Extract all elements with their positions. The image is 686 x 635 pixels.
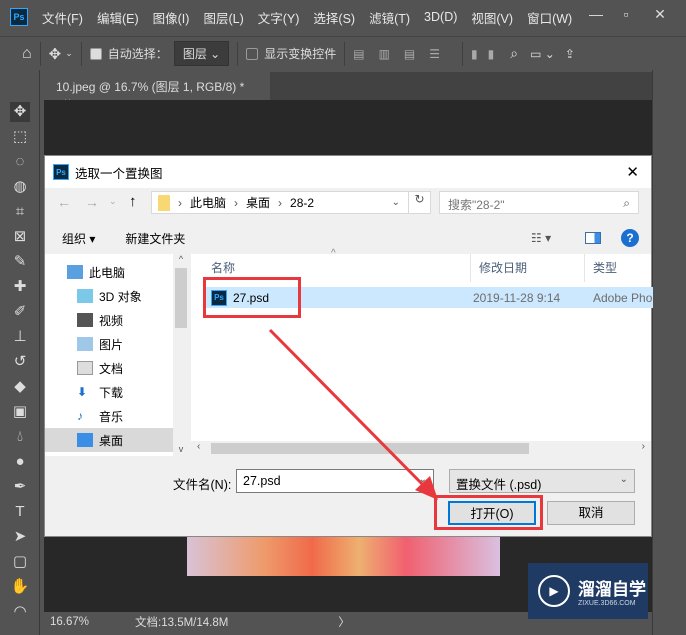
watermark: ▶ 溜溜自学 ZIXUE.3D66.COM: [528, 563, 648, 619]
watermark-name: 溜溜自学: [578, 580, 646, 599]
annotation-arrow: [268, 328, 438, 500]
watermark-url: ZIXUE.3D66.COM: [578, 600, 636, 607]
play-logo-icon: ▶: [538, 575, 570, 607]
